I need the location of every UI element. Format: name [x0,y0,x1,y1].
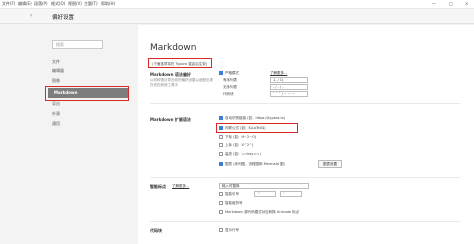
maximize-icon[interactable]: □ [449,1,453,7]
title-bar: ‹ 偏好设置 [0,9,474,24]
subscript-label: 下标 [225,135,232,139]
list-style-label: 有序列表 [223,78,237,82]
search-input[interactable]: 搜索 [52,40,103,49]
close-icon[interactable]: × [465,1,468,7]
superscript-option[interactable]: 上标 (如：X^2^) [219,143,253,148]
smart-quotes-option[interactable]: 智能引号 [219,192,239,197]
superscript-hint: (如：X^2^) [233,143,254,147]
extended-syntax-label: Markdown 扩展语法 [150,117,191,122]
smart-quotes-checkbox[interactable] [219,192,223,196]
smart-quotes-label: 智能引号 [225,192,239,196]
list-style-select[interactable]: 1. / 1) [270,77,308,83]
autolink-hint: (如：https://typora.io) [247,116,286,120]
diagram-settings-button[interactable]: 图表设置 [318,160,342,168]
line-numbers-label: 显示行号 [225,228,239,232]
subscript-checkbox[interactable] [219,135,223,139]
highlight-checkbox[interactable] [219,152,223,156]
back-arrow-icon[interactable]: ‹ [30,12,32,19]
page-title: 偏好设置 [52,15,75,21]
smart-punctuation-learn-more-link[interactable]: 了解更多... [172,184,189,189]
divider [150,103,460,104]
syntax-learn-more-link[interactable]: 了解更多... [270,71,287,76]
search-placeholder: 搜索 [56,42,64,47]
menu-edit[interactable]: 编辑(E) [18,1,32,7]
diagrams-label: 图表 (序列图，流程图和 Mermaid 图) [225,162,285,166]
sidebar: 搜索 文件 编辑器 图像 Markdown 导出 外观 通用 [0,25,138,244]
code-block-style-select[interactable]: ` ` ` / ~ ~ ~ [270,91,308,97]
autolink-option[interactable]: 自动识别链接 (如：https://typora.io) [219,116,285,121]
smart-dash-checkbox[interactable] [219,201,223,205]
smart-dash-option[interactable]: 智能破折号 [219,201,243,206]
subscript-hint: (如：H~2~O) [233,135,257,139]
strict-mode-label: 严格模式 [225,71,239,75]
sidebar-item-general[interactable]: 通用 [52,121,60,127]
sidebar-item-export[interactable]: 导出 [52,101,60,107]
code-block-label: 代码块 [150,228,162,233]
strict-mode-checkbox[interactable] [219,71,223,75]
line-numbers-option[interactable]: 显示行号 [219,228,239,233]
menu-view[interactable]: 视图(V) [68,1,82,7]
superscript-checkbox[interactable] [219,143,223,147]
unordered-list-select[interactable]: - / - / - [270,84,308,90]
annotation-highlight-inline-math [216,123,298,133]
menu-theme[interactable]: 主题(T) [84,1,98,7]
sidebar-item-appearance[interactable]: 外观 [52,111,60,117]
unicode-punctuation-checkbox[interactable] [219,210,223,214]
annotation-highlight-tip [148,58,212,68]
settings-panel: Markdown (下面选项将在 Typora 重启后生效) Markdown … [138,25,474,244]
line-numbers-checkbox[interactable] [219,228,223,232]
superscript-label: 上标 [225,143,232,147]
double-quotes-select[interactable]: "" [254,191,276,197]
smart-punctuation-label: 智能标点 [150,184,166,189]
menu-help[interactable]: 帮助(H) [101,1,115,7]
diagrams-checkbox[interactable] [219,162,223,166]
divider [150,221,460,222]
menu-bar: 文件(F) 编辑(E) 段落(P) 格式(O) 视图(V) 主题(T) 帮助(H… [0,0,474,9]
single-quotes-select[interactable]: '' [280,191,302,197]
unordered-list-label: 无序列表 [223,85,237,89]
highlight-option[interactable]: 高亮 (如：==key==) [219,152,261,157]
unicode-punctuation-option[interactable]: Markdown 源代码模式对应转换 Unicode 标点 [219,210,299,215]
smart-dash-label: 智能破折号 [225,201,243,205]
strict-mode-option[interactable]: 严格模式 [219,71,239,76]
diagrams-option[interactable]: 图表 (序列图，流程图和 Mermaid 图) [219,162,285,167]
annotation-highlight-sidebar [45,86,129,101]
menu-format[interactable]: 格式(O) [51,1,65,7]
subscript-option[interactable]: 下标 (如：H~2~O) [219,135,256,140]
minimize-icon[interactable]: — [432,1,436,7]
section-title: Markdown [150,43,197,53]
menu-file[interactable]: 文件(F) [2,1,15,7]
divider [150,177,460,178]
syntax-pref-desc: 以何种语法导出你的偏好设置以适配出现在你的其他工具中 [150,78,213,87]
code-block-style-label: 代码块 [223,92,234,96]
sidebar-item-editor[interactable]: 编辑器 [52,68,64,74]
smart-punctuation-mode-select[interactable]: 输入时替换 [219,183,309,189]
sidebar-item-image[interactable]: 图像 [52,78,60,84]
autolink-checkbox[interactable] [219,116,223,120]
autolink-label: 自动识别链接 [225,116,246,120]
highlight-label: 高亮 [225,152,232,156]
highlight-hint: (如：==key==) [233,152,261,156]
sidebar-item-file[interactable]: 文件 [52,59,60,65]
menu-paragraph[interactable]: 段落(P) [34,1,48,7]
unicode-punctuation-label: Markdown 源代码模式对应转换 Unicode 标点 [225,210,300,214]
